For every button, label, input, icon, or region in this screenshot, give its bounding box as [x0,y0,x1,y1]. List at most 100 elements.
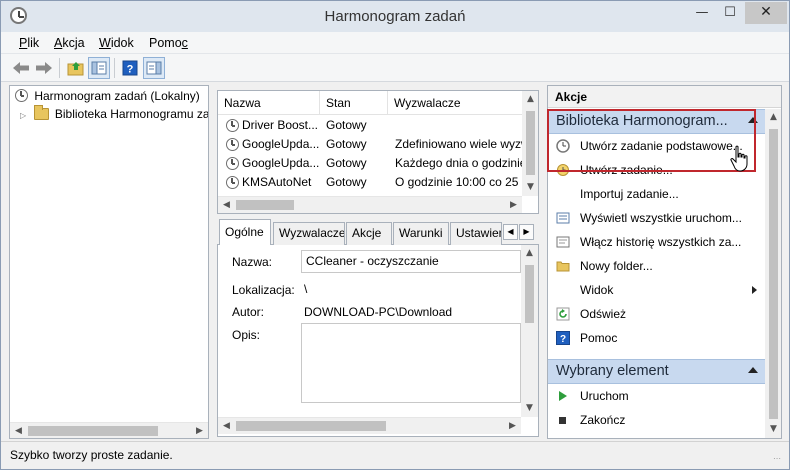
author-label: Autor: [232,305,265,319]
scroll-down-icon[interactable]: ▼ [765,421,781,438]
running-tasks-icon [556,212,570,224]
scroll-thumb[interactable] [525,265,534,323]
table-row[interactable]: GoogleUpda... Gotowy Zdefiniowano wiele … [218,135,522,154]
scroll-down-icon[interactable]: ▼ [521,400,538,417]
scroll-left-icon[interactable]: ◀ [218,418,235,434]
properties-pane-icon [146,61,162,75]
resize-grip-icon[interactable]: ⋯ [773,454,785,466]
tab-warunki[interactable]: Warunki [393,222,449,245]
scroll-right-icon[interactable]: ▶ [504,418,521,434]
task-list-vertical-scrollbar[interactable]: ▲ ▼ [522,91,538,196]
scroll-up-icon[interactable]: ▲ [521,245,538,262]
scroll-up-icon[interactable]: ▲ [522,91,538,108]
scroll-left-icon[interactable]: ◀ [218,197,235,213]
table-row[interactable]: GoogleUpda... Gotowy Każdego dnia o godz… [218,154,522,173]
action-view[interactable]: Widok [548,278,765,302]
action-run[interactable]: Uruchom [548,384,765,408]
menu-widok[interactable]: Widok [99,36,134,50]
title-bar[interactable]: Harmonogram zadań — ☐ ✕ [1,1,789,32]
table-row[interactable]: Driver Boost... Gotowy [218,116,522,135]
action-help[interactable]: ? Pomoc [548,326,765,350]
menu-plik[interactable]: Plik [19,36,39,50]
status-bar: Szybko tworzy proste zadanie. ⋯ [1,441,789,469]
column-header-state[interactable]: Stan [320,91,388,115]
action-new-folder[interactable]: Nowy folder... [548,254,765,278]
task-clock-icon [226,157,239,170]
menu-akcja[interactable]: Akcja [54,36,85,50]
action-end[interactable]: Zakończ [548,408,765,432]
scroll-thumb[interactable] [236,200,294,210]
tab-scroll-right-icon[interactable]: ▶ [519,224,534,240]
action-refresh[interactable]: Odśwież [548,302,765,326]
run-icon [559,391,567,401]
action-enable-history[interactable]: Włącz historię wszystkich za... [548,230,765,254]
tab-scroll-left-icon[interactable]: ◀ [503,224,518,240]
new-folder-icon [556,261,570,272]
scroll-thumb[interactable] [769,129,778,419]
properties-pane-button[interactable] [143,57,165,79]
table-row[interactable]: KMSAutoNet Gotowy O godzinie 10:00 co 25… [218,173,522,192]
description-field[interactable] [301,323,521,403]
library-folder-icon [33,105,49,120]
window-title: Harmonogram zadań [324,8,466,25]
tab-akcje[interactable]: Akcje [346,222,392,245]
tree-item-library[interactable]: ▷ Biblioteka Harmonogramu zadań [20,105,209,123]
submenu-arrow-icon [752,286,757,294]
task-list-horizontal-scrollbar[interactable]: ◀ ▶ [218,196,522,213]
expand-arrow-icon[interactable]: ▷ [20,111,26,120]
column-header-name[interactable]: Nazwa [218,91,320,115]
tree-item-root[interactable]: Harmonogram zadań (Lokalny) [15,87,200,105]
details-vertical-scrollbar[interactable]: ▲ ▼ [521,245,538,417]
details-horizontal-scrollbar[interactable]: ◀ ▶ [218,417,521,434]
forward-button[interactable] [33,57,55,79]
tree-root-label: Harmonogram zadań (Lokalny) [34,89,200,103]
highlight-annotation [547,109,756,172]
task-list: Nazwa Stan Wyzwalacze Driver Boost... Go… [217,90,539,214]
back-arrow-icon [13,62,29,74]
scroll-left-icon[interactable]: ◀ [10,423,27,438]
scroll-up-icon[interactable]: ▲ [765,109,781,126]
toolbar-separator [59,58,60,78]
tree-library-label: Biblioteka Harmonogramu zadań [54,107,209,121]
name-label: Nazwa: [232,255,273,269]
clock-icon [15,89,28,102]
folder-up-icon [67,62,84,76]
toolbar: ? [1,54,789,82]
actions-vertical-scrollbar[interactable]: ▲ ▼ [765,109,781,438]
actions-title: Akcje [548,86,781,108]
tab-wyzwalacze[interactable]: Wyzwalacze [273,222,345,245]
back-button[interactable] [10,57,32,79]
stop-icon [559,417,566,424]
scroll-right-icon[interactable]: ▶ [191,423,208,438]
scroll-thumb[interactable] [236,421,386,431]
up-button[interactable] [65,57,87,79]
name-field[interactable]: CCleaner - oczyszczanie [301,250,521,273]
scroll-thumb[interactable] [28,426,158,436]
section-header-selected-item[interactable]: Wybrany element [548,359,765,384]
console-tree: Harmonogram zadań (Lokalny) ▷ Biblioteka… [9,85,209,439]
tab-ogolne[interactable]: Ogólne [219,219,271,246]
show-tree-button[interactable] [88,57,110,79]
task-clock-icon [226,176,239,189]
description-label: Opis: [232,328,261,342]
collapse-arrow-icon[interactable] [748,367,758,373]
minimize-button[interactable]: — [689,2,715,24]
help-icon: ? [122,60,138,76]
action-import-task[interactable]: Importuj zadanie... [548,182,765,206]
scroll-right-icon[interactable]: ▶ [505,197,522,213]
forward-arrow-icon [36,62,52,74]
tab-ustawienia[interactable]: Ustawienia [450,222,502,245]
history-icon [556,236,570,248]
close-button[interactable]: ✕ [745,2,787,24]
scroll-thumb[interactable] [526,111,535,175]
action-display-running[interactable]: Wyświetl wszystkie uruchom... [548,206,765,230]
tree-horizontal-scrollbar[interactable]: ◀ ▶ [10,422,208,438]
location-label: Lokalizacja: [232,283,295,297]
menu-pomoc[interactable]: Pomoc [149,36,188,50]
general-tab-panel: Nazwa: CCleaner - oczyszczanie Lokalizac… [217,245,539,437]
maximize-button[interactable]: ☐ [717,2,743,24]
column-header-triggers[interactable]: Wyzwalacze [388,91,522,115]
help-button[interactable]: ? [119,57,141,79]
scroll-down-icon[interactable]: ▼ [522,179,538,196]
task-clock-icon [226,119,239,132]
